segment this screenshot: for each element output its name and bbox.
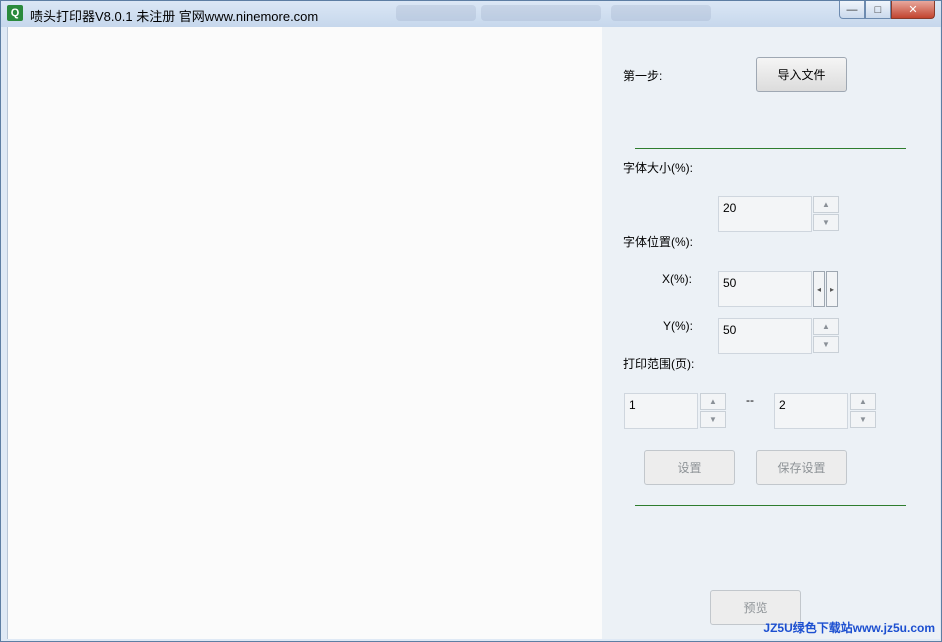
minimize-button[interactable]: — (839, 1, 865, 19)
preview-canvas (7, 27, 603, 639)
spin-up-icon[interactable]: ▲ (700, 393, 726, 410)
title-bar[interactable]: Q 啧头打印器V8.0.1 未注册 官网www.ninemore.com — □… (1, 1, 941, 27)
save-settings-button[interactable]: 保存设置 (756, 450, 847, 485)
close-button[interactable]: ✕ (891, 1, 935, 19)
range-from-input[interactable]: 1 (624, 393, 698, 429)
maximize-button[interactable]: □ (865, 1, 891, 19)
print-range-label: 打印范围(页): (623, 357, 695, 371)
settings-panel: 第一步: 导入文件 字体大小(%): 20 ▲ ▼ 字体位置(%): X(%):… (602, 27, 940, 639)
spin-down-icon[interactable]: ▼ (813, 214, 839, 231)
y-spinner[interactable]: ▲ ▼ (813, 318, 839, 354)
step1-label: 第一步: (623, 69, 663, 83)
separator-bottom (635, 505, 906, 506)
range-to-input[interactable]: 2 (774, 393, 848, 429)
x-label: X(%): (662, 272, 692, 286)
y-label: Y(%): (663, 319, 693, 333)
spin-down-icon[interactable]: ▼ (850, 411, 876, 428)
window-controls: — □ ✕ (839, 1, 935, 19)
import-file-button[interactable]: 导入文件 (756, 57, 847, 92)
background-taskbar-ghost (611, 5, 711, 21)
font-size-label: 字体大小(%): (623, 161, 693, 175)
settings-button[interactable]: 设置 (644, 450, 735, 485)
background-taskbar-ghost (481, 5, 601, 21)
spin-up-icon[interactable]: ▲ (813, 318, 839, 335)
app-window: Q 啧头打印器V8.0.1 未注册 官网www.ninemore.com — □… (0, 0, 942, 642)
background-taskbar-ghost (396, 5, 476, 21)
y-input[interactable]: 50 (718, 318, 812, 354)
range-from-spinner[interactable]: ▲ ▼ (700, 393, 726, 429)
font-size-input[interactable]: 20 (718, 196, 812, 232)
spin-left-icon[interactable]: ◂ (813, 271, 825, 307)
site-watermark: JZ5U绿色下载站www.jz5u.com (763, 621, 935, 635)
spin-up-icon[interactable]: ▲ (813, 196, 839, 213)
window-title: 啧头打印器V8.0.1 未注册 官网www.ninemore.com (30, 9, 319, 24)
separator-top (635, 148, 906, 149)
range-to-spinner[interactable]: ▲ ▼ (850, 393, 876, 429)
app-logo-icon: Q (7, 5, 23, 21)
spin-down-icon[interactable]: ▼ (700, 411, 726, 428)
font-position-label: 字体位置(%): (623, 235, 693, 249)
range-separator: -- (746, 393, 754, 407)
spin-up-icon[interactable]: ▲ (850, 393, 876, 410)
spin-right-icon[interactable]: ▸ (826, 271, 838, 307)
spin-down-icon[interactable]: ▼ (813, 336, 839, 353)
x-input[interactable]: 50 (718, 271, 812, 307)
font-size-spinner[interactable]: ▲ ▼ (813, 196, 839, 232)
x-spinner[interactable]: ◂ ▸ (813, 271, 839, 307)
